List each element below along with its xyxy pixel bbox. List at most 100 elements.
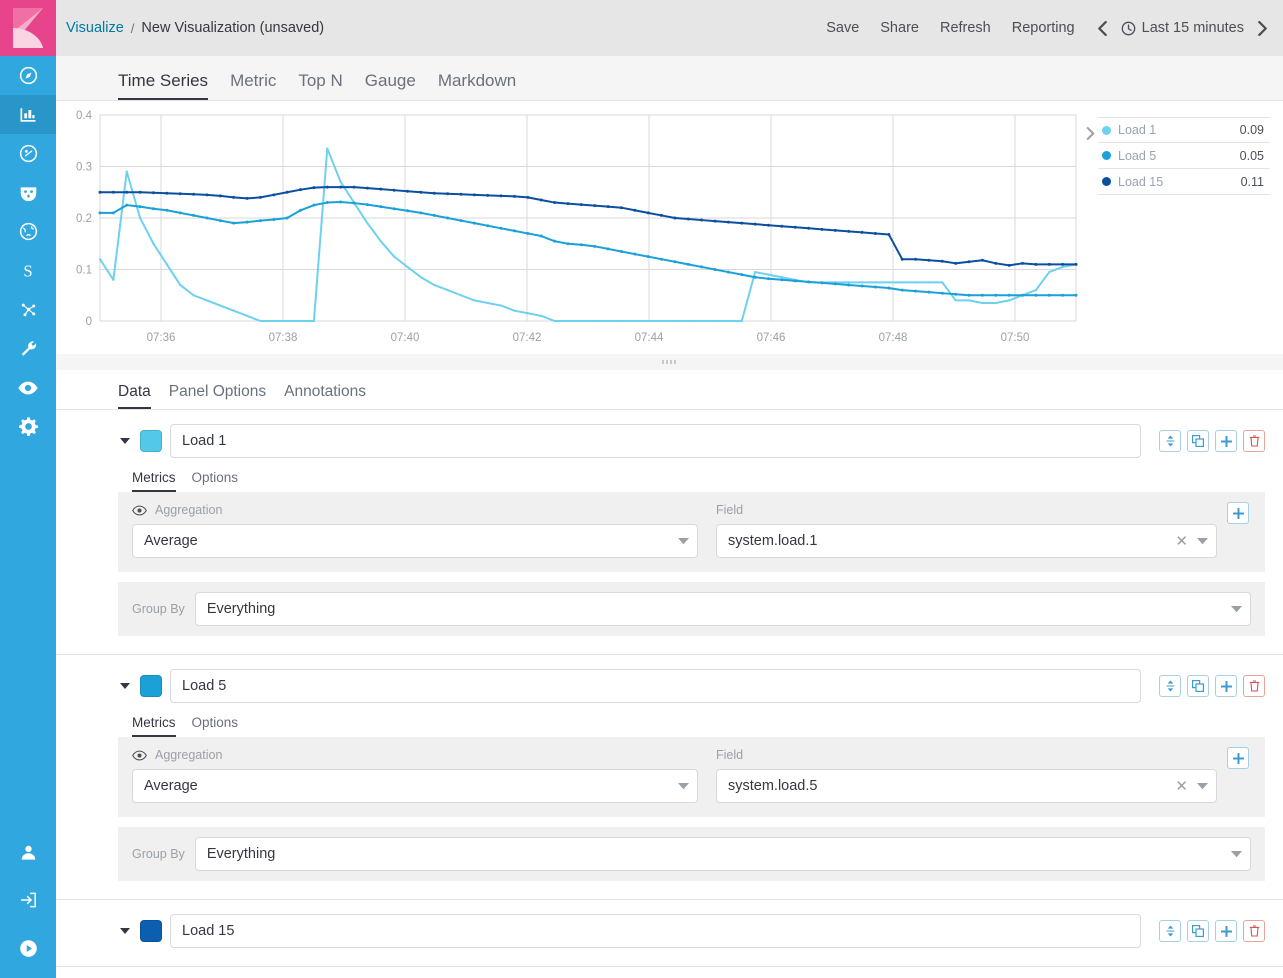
series-collapse-toggle[interactable]: [118, 679, 132, 693]
aggregation-label: Aggregation: [155, 748, 222, 762]
editor-tabs: Data Panel Options Annotations: [56, 370, 1283, 410]
eye-icon: [132, 505, 147, 516]
tab-gauge[interactable]: Gauge: [365, 71, 416, 100]
field-select[interactable]: system.load.5 ✕: [716, 769, 1217, 803]
series-color-picker[interactable]: [140, 675, 162, 697]
add-metric-button[interactable]: [1227, 502, 1249, 524]
trash-icon: [1249, 680, 1260, 692]
series-delete-button[interactable]: [1243, 675, 1265, 697]
legend-rows: Load 1 0.09 Load 5 0.05 Load 15 0.11: [1098, 117, 1270, 195]
panel-resize-handle[interactable]: [56, 354, 1283, 370]
series-reorder-button[interactable]: [1159, 675, 1181, 697]
play-circle-icon: [18, 938, 39, 959]
legend-item[interactable]: Load 5 0.05: [1098, 143, 1270, 169]
legend-item[interactable]: Load 15 0.11: [1098, 169, 1270, 195]
series-add-button[interactable]: [1215, 675, 1237, 697]
series-actions: [1159, 920, 1265, 942]
tab-top-n[interactable]: Top N: [298, 71, 342, 100]
series-label-input[interactable]: [170, 914, 1141, 948]
add-metric-column: [1217, 502, 1251, 524]
sidebar-item-discover[interactable]: [0, 56, 56, 95]
legend-color-dot: [1102, 126, 1111, 135]
sidebar-item-user[interactable]: [0, 828, 56, 876]
save-button[interactable]: Save: [826, 20, 859, 36]
graph-nodes-icon: [18, 299, 39, 320]
breadcrumb-visualize-link[interactable]: Visualize: [66, 20, 124, 36]
series-label-input[interactable]: [170, 669, 1141, 703]
clear-field-button[interactable]: ✕: [1175, 534, 1188, 549]
reporting-button[interactable]: Reporting: [1012, 20, 1075, 36]
series-add-button[interactable]: [1215, 430, 1237, 452]
tab-panel-options[interactable]: Panel Options: [169, 383, 266, 409]
add-metric-button[interactable]: [1227, 747, 1249, 769]
chevron-right-icon: [1256, 21, 1269, 36]
sidebar-item-graph[interactable]: [0, 290, 56, 329]
sub-tab-metrics[interactable]: Metrics: [132, 470, 176, 492]
sub-tab-options[interactable]: Options: [192, 470, 239, 492]
series-color-picker[interactable]: [140, 430, 162, 452]
sidebar-item-visualize[interactable]: [0, 95, 56, 134]
series-clone-button[interactable]: [1187, 920, 1209, 942]
group-by-select[interactable]: Everything: [195, 837, 1251, 871]
field-column: Field system.load.5 ✕: [698, 747, 1217, 803]
series-actions: [1159, 675, 1265, 697]
field-select[interactable]: system.load.1 ✕: [716, 524, 1217, 558]
legend-series-value: 0.05: [1240, 149, 1270, 163]
refresh-button[interactable]: Refresh: [940, 20, 991, 36]
series-delete-button[interactable]: [1243, 430, 1265, 452]
breadcrumb-separator: /: [131, 21, 135, 36]
sidebar-item-dev-tools[interactable]: [0, 329, 56, 368]
aggregation-select[interactable]: Average: [132, 769, 698, 803]
legend-item[interactable]: Load 1 0.09: [1098, 117, 1270, 143]
time-prev-button[interactable]: [1096, 21, 1109, 36]
legend-collapse-button[interactable]: [1082, 117, 1098, 140]
series-label-input[interactable]: [170, 424, 1141, 458]
timeseries-chart[interactable]: 00.10.20.30.407:3607:3807:4007:4207:4407…: [62, 109, 1082, 354]
field-column: Field system.load.1 ✕: [698, 502, 1217, 558]
series-reorder-button[interactable]: [1159, 430, 1181, 452]
sidebar-item-monitoring[interactable]: [0, 368, 56, 407]
time-next-button[interactable]: [1256, 21, 1269, 36]
share-button[interactable]: Share: [880, 20, 919, 36]
aggregation-select[interactable]: Average: [132, 524, 698, 558]
group-by-select[interactable]: Everything: [195, 592, 1251, 626]
metric-visibility-toggle[interactable]: [132, 505, 147, 516]
svg-text:0.4: 0.4: [76, 110, 93, 122]
svg-text:0.2: 0.2: [76, 213, 92, 225]
aggregation-label-group: Aggregation: [132, 747, 698, 763]
series-delete-button[interactable]: [1243, 920, 1265, 942]
sidebar-item-dashboard[interactable]: [0, 134, 56, 173]
series-collapse-toggle[interactable]: [118, 924, 132, 938]
sidebar-item-timelion[interactable]: S: [0, 251, 56, 290]
chart-svg: 00.10.20.30.407:3607:3807:4007:4207:4407…: [62, 109, 1082, 349]
series-clone-button[interactable]: [1187, 675, 1209, 697]
sidebar-item-management[interactable]: [0, 407, 56, 446]
sidebar-item-maps[interactable]: [0, 212, 56, 251]
series-reorder-button[interactable]: [1159, 920, 1181, 942]
eye-icon: [132, 750, 147, 761]
tab-annotations[interactable]: Annotations: [284, 383, 366, 409]
wrench-icon: [18, 338, 39, 359]
legend-series-name: Load 1: [1118, 123, 1240, 137]
tab-metric[interactable]: Metric: [230, 71, 276, 100]
sidebar-item-canvas[interactable]: [0, 173, 56, 212]
kibana-logo[interactable]: [0, 0, 56, 56]
series-add-button[interactable]: [1215, 920, 1237, 942]
sub-tab-options[interactable]: Options: [192, 715, 239, 737]
sidebar-item-logout[interactable]: [0, 876, 56, 924]
svg-text:07:48: 07:48: [879, 332, 908, 344]
tab-time-series[interactable]: Time Series: [118, 71, 208, 100]
sidebar-bottom-items: [0, 828, 56, 978]
series-clone-button[interactable]: [1187, 430, 1209, 452]
series-header: [118, 424, 1265, 458]
clear-field-button[interactable]: ✕: [1175, 779, 1188, 794]
tab-data[interactable]: Data: [118, 383, 151, 409]
tab-markdown[interactable]: Markdown: [438, 71, 516, 100]
sidebar-collapse-toggle[interactable]: [0, 924, 56, 972]
metric-visibility-toggle[interactable]: [132, 750, 147, 761]
sub-tab-metrics[interactable]: Metrics: [132, 715, 176, 737]
time-range-button[interactable]: Last 15 minutes: [1121, 20, 1244, 36]
svg-text:0.1: 0.1: [76, 265, 92, 277]
series-collapse-toggle[interactable]: [118, 434, 132, 448]
series-color-picker[interactable]: [140, 920, 162, 942]
